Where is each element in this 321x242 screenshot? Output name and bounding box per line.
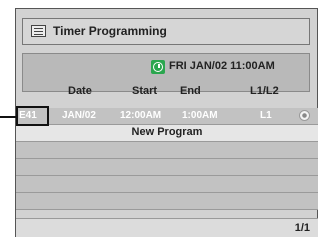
page-indicator-bar: 1/1 <box>16 218 318 237</box>
clock-icon <box>151 60 165 74</box>
program-input: L1 <box>260 110 272 121</box>
page-number: 1/1 <box>294 222 310 234</box>
empty-row[interactable] <box>16 176 318 192</box>
current-datetime: FRI JAN/02 11:00AM <box>169 60 275 72</box>
empty-row[interactable] <box>16 193 318 209</box>
new-program-row[interactable]: New Program <box>16 125 318 141</box>
program-row[interactable]: E41 JAN/02 12:00AM 1:00AM L1 <box>16 108 318 124</box>
empty-row[interactable] <box>16 159 318 175</box>
column-header-start: Start <box>132 85 158 97</box>
empty-row[interactable] <box>16 142 318 158</box>
program-date: JAN/02 <box>62 110 96 121</box>
program-end: 1:00AM <box>182 110 218 121</box>
page-title: Timer Programming <box>53 24 167 38</box>
callout-frame <box>16 106 49 126</box>
disc-icon <box>299 110 310 121</box>
callout-pointer-line <box>0 116 16 118</box>
title-bar: Timer Programming <box>22 18 310 45</box>
program-start: 12:00AM <box>120 110 162 121</box>
column-header-end: End <box>180 85 201 97</box>
list-icon <box>31 25 46 37</box>
new-program-label: New Program <box>131 126 203 138</box>
column-header-l1-l2: L1/L2 <box>250 85 279 97</box>
column-header-date: Date <box>68 85 92 97</box>
